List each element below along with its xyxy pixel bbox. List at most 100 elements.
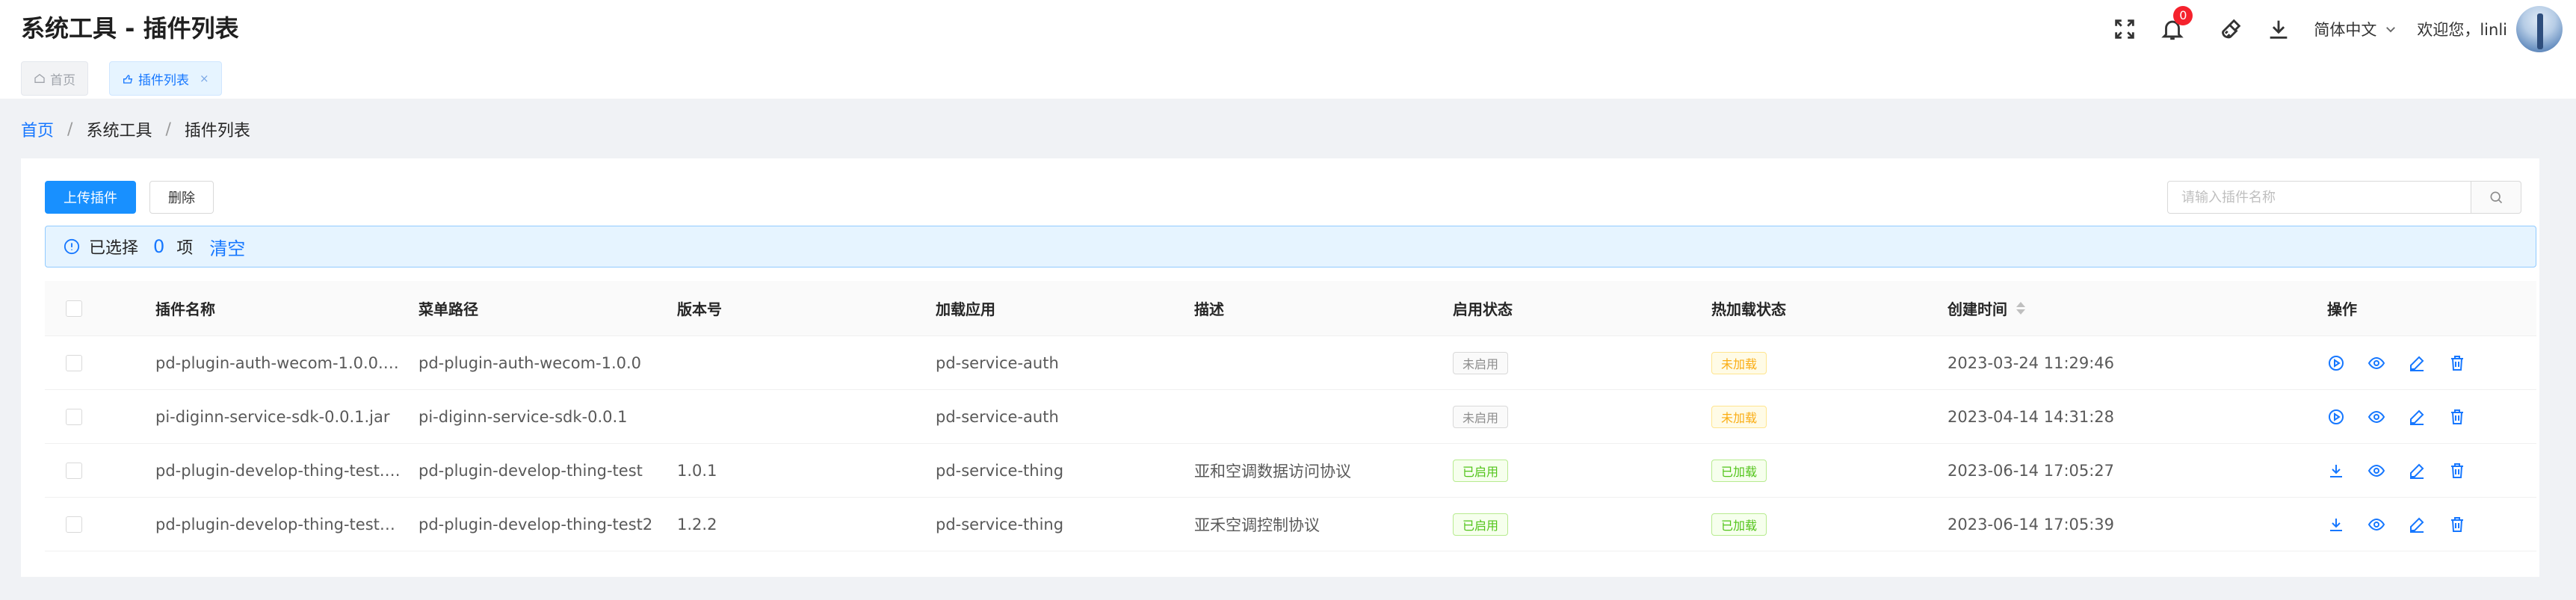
breadcrumb-current: 插件列表	[184, 122, 250, 140]
notification-badge: 0	[2173, 6, 2193, 25]
hot-load-status-badge: 已加载	[1711, 459, 1767, 482]
selection-alert: 已选择 0 项 清空	[45, 226, 2536, 267]
edit-icon[interactable]	[2408, 462, 2426, 480]
row-checkbox[interactable]	[66, 462, 82, 479]
bell-icon[interactable]: 0	[2160, 6, 2193, 42]
column-header-label: 创建时间	[1948, 300, 2007, 318]
close-icon[interactable]: ×	[200, 72, 209, 85]
enabled-status-badge: 已启用	[1453, 513, 1509, 536]
row-actions	[2327, 390, 2506, 443]
table-row: pi-diginn-service-sdk-0.0.1.jar pi-digin…	[45, 390, 2536, 444]
created-time: 2023-04-14 14:31:28	[1948, 407, 2115, 426]
hot-load-status-badge: 未加载	[1711, 351, 1767, 374]
column-header: 描述	[1194, 300, 1224, 318]
tab-plugin-list[interactable]: 插件列表 ×	[109, 61, 222, 96]
table-row: pd-plugin-auth-wecom-1.0.0.jar pd-plugin…	[45, 336, 2536, 390]
description: 亚禾空调控制协议	[1194, 516, 1320, 534]
clear-selection-link[interactable]: 清空	[209, 234, 245, 260]
edit-icon[interactable]	[2408, 354, 2426, 372]
delete-button[interactable]: 删除	[149, 181, 214, 214]
edit-icon[interactable]	[2408, 516, 2426, 533]
play-icon[interactable]	[2327, 354, 2345, 372]
play-icon[interactable]	[2327, 408, 2345, 426]
row-checkbox[interactable]	[66, 516, 82, 533]
search-input[interactable]	[2167, 181, 2471, 214]
download-icon[interactable]	[2266, 16, 2291, 42]
created-time: 2023-06-14 17:05:39	[1948, 515, 2115, 533]
enabled-status-badge: 未启用	[1453, 351, 1509, 374]
column-header: 操作	[2327, 300, 2357, 318]
menu-path: pd-plugin-auth-wecom-1.0.0	[418, 353, 642, 372]
eye-icon[interactable]	[2367, 516, 2385, 533]
load-app: pd-service-auth	[936, 353, 1059, 372]
plugin-icon	[122, 72, 134, 84]
trash-icon[interactable]	[2448, 408, 2466, 426]
chevron-down-icon	[2384, 22, 2397, 36]
column-header: 版本号	[677, 300, 722, 318]
created-time: 2023-03-24 11:29:46	[1948, 353, 2115, 372]
selected-prefix: 已选择	[89, 239, 139, 258]
tab-label: 插件列表	[138, 72, 189, 88]
home-icon	[34, 72, 46, 84]
plugin-table: 插件名称 菜单路径 版本号 加载应用 描述 启用状态 热加载状态 创建时间 操作…	[45, 281, 2536, 551]
clear-cache-icon[interactable]	[2218, 16, 2243, 42]
load-app: pd-service-thing	[936, 461, 1064, 480]
top-header: 系统工具 - 插件列表 0 简体中文 欢迎您，linli 首页 插件列表 ×	[0, 0, 2576, 99]
column-header: 菜单路径	[418, 300, 478, 318]
hot-load-status-badge: 未加载	[1711, 405, 1767, 428]
menu-path: pd-plugin-develop-thing-test2	[418, 515, 653, 533]
plugin-name: pd-plugin-develop-thing-test.jar	[155, 461, 402, 480]
select-all-checkbox[interactable]	[66, 300, 82, 317]
search-box	[2167, 181, 2521, 214]
header-actions: 0 简体中文 欢迎您，linli	[2112, 4, 2563, 54]
created-time: 2023-06-14 17:05:27	[1948, 461, 2115, 480]
content-card: 上传插件 删除 已选择 0 项 清空 插件名称 菜单路径 版本号 加载应用 描述…	[21, 158, 2539, 577]
download-icon[interactable]	[2327, 462, 2345, 480]
column-header-created-time[interactable]: 创建时间	[1948, 281, 2321, 335]
eye-icon[interactable]	[2367, 408, 2385, 426]
column-header: 加载应用	[936, 300, 995, 318]
trash-icon[interactable]	[2448, 516, 2466, 533]
eye-icon[interactable]	[2367, 354, 2385, 372]
page-title: 系统工具 - 插件列表	[21, 14, 239, 43]
column-header: 热加载状态	[1711, 300, 1786, 318]
table-row: pd-plugin-develop-thing-test.jar pd-plug…	[45, 444, 2536, 498]
enabled-status-badge: 未启用	[1453, 405, 1509, 428]
table-row: pd-plugin-develop-thing-test2.jar pd-plu…	[45, 498, 2536, 551]
search-icon	[2490, 191, 2503, 204]
description: 亚和空调数据访问协议	[1194, 462, 1351, 480]
edit-icon[interactable]	[2408, 408, 2426, 426]
enabled-status-badge: 已启用	[1453, 459, 1509, 482]
hot-load-status-badge: 已加载	[1711, 513, 1767, 536]
breadcrumb-system-tools: 系统工具	[86, 122, 152, 140]
trash-icon[interactable]	[2448, 462, 2466, 480]
search-button[interactable]	[2471, 181, 2521, 214]
version: 1.0.1	[677, 461, 717, 480]
language-label: 简体中文	[2314, 21, 2377, 39]
load-app: pd-service-thing	[936, 515, 1064, 533]
sort-icon[interactable]	[2016, 302, 2025, 315]
welcome-text: 欢迎您，linli	[2417, 21, 2507, 39]
upload-plugin-button[interactable]: 上传插件	[45, 181, 136, 214]
eye-icon[interactable]	[2367, 462, 2385, 480]
tab-home[interactable]: 首页	[21, 61, 88, 96]
column-header: 启用状态	[1453, 300, 1513, 318]
breadcrumb-home[interactable]: 首页	[21, 117, 54, 141]
breadcrumb: 首页 / 系统工具 / 插件列表	[21, 117, 250, 142]
row-checkbox[interactable]	[66, 354, 82, 371]
trash-icon[interactable]	[2448, 354, 2466, 372]
info-icon	[64, 238, 80, 255]
row-actions	[2327, 444, 2506, 497]
fullscreen-icon[interactable]	[2112, 16, 2137, 42]
plugin-name: pi-diginn-service-sdk-0.0.1.jar	[155, 407, 390, 426]
row-checkbox[interactable]	[66, 408, 82, 425]
download-icon[interactable]	[2327, 516, 2345, 533]
page-tabs: 首页 插件列表 ×	[21, 61, 243, 96]
load-app: pd-service-auth	[936, 407, 1059, 426]
table-header: 插件名称 菜单路径 版本号 加载应用 描述 启用状态 热加载状态 创建时间 操作	[45, 281, 2536, 336]
selected-count: 0	[153, 236, 165, 257]
menu-path: pd-plugin-develop-thing-test	[418, 461, 643, 480]
column-header: 插件名称	[155, 300, 215, 318]
language-selector[interactable]: 简体中文	[2314, 18, 2397, 40]
avatar[interactable]	[2516, 6, 2563, 52]
